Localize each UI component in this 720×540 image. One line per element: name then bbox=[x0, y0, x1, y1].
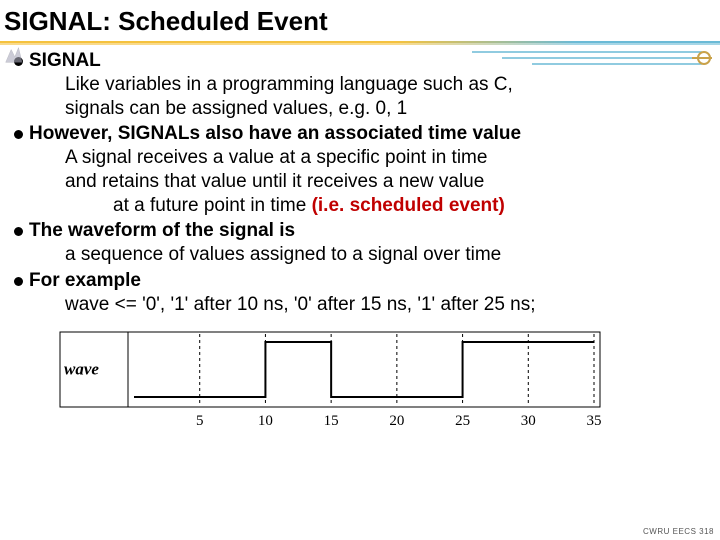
waveform-figure: wave 5 10 15 20 25 30 35 bbox=[54, 322, 714, 437]
bullet-sub: a sequence of values assigned to a signa… bbox=[29, 243, 714, 267]
decor-streaks bbox=[472, 46, 712, 76]
bullet-head: For example bbox=[29, 269, 714, 293]
list-item: For example wave <= '0', '1' after 10 ns… bbox=[14, 269, 714, 317]
bullet-sub: wave <= '0', '1' after 10 ns, '0' after … bbox=[29, 293, 714, 317]
bullet-sub: A signal receives a value at a specific … bbox=[29, 146, 714, 170]
bullet-sub-text: at a future point in time bbox=[113, 195, 312, 216]
bullet-head: However, SIGNALs also have an associated… bbox=[29, 122, 714, 146]
list-item: However, SIGNALs also have an associated… bbox=[14, 122, 714, 217]
bullet-sub: and retains that value until it receives… bbox=[29, 170, 714, 194]
svg-text:10: 10 bbox=[258, 413, 273, 429]
svg-text:15: 15 bbox=[324, 413, 339, 429]
svg-text:5: 5 bbox=[196, 413, 204, 429]
bullet-sub: at a future point in time (i.e. schedule… bbox=[29, 194, 714, 218]
svg-text:25: 25 bbox=[455, 413, 470, 429]
list-item: The waveform of the signal is a sequence… bbox=[14, 219, 714, 267]
bullet-sub: signals can be assigned values, e.g. 0, … bbox=[29, 97, 714, 121]
page-title: SIGNAL: Scheduled Event bbox=[0, 0, 720, 41]
scheduled-event-emph: (i.e. scheduled event) bbox=[312, 195, 505, 216]
slide-logo bbox=[2, 44, 24, 66]
bullet-sub: Like variables in a programming language… bbox=[29, 73, 714, 97]
svg-text:30: 30 bbox=[521, 413, 536, 429]
svg-text:20: 20 bbox=[389, 413, 404, 429]
footer-text: CWRU EECS 318 bbox=[643, 527, 714, 536]
svg-text:wave: wave bbox=[64, 360, 99, 379]
content-area: SIGNAL Like variables in a programming l… bbox=[0, 49, 720, 437]
bullet-icon bbox=[14, 277, 23, 286]
title-underline bbox=[0, 41, 720, 45]
bullet-icon bbox=[14, 227, 23, 236]
bullet-head: The waveform of the signal is bbox=[29, 219, 714, 243]
svg-text:35: 35 bbox=[587, 413, 602, 429]
bullet-icon bbox=[14, 130, 23, 139]
